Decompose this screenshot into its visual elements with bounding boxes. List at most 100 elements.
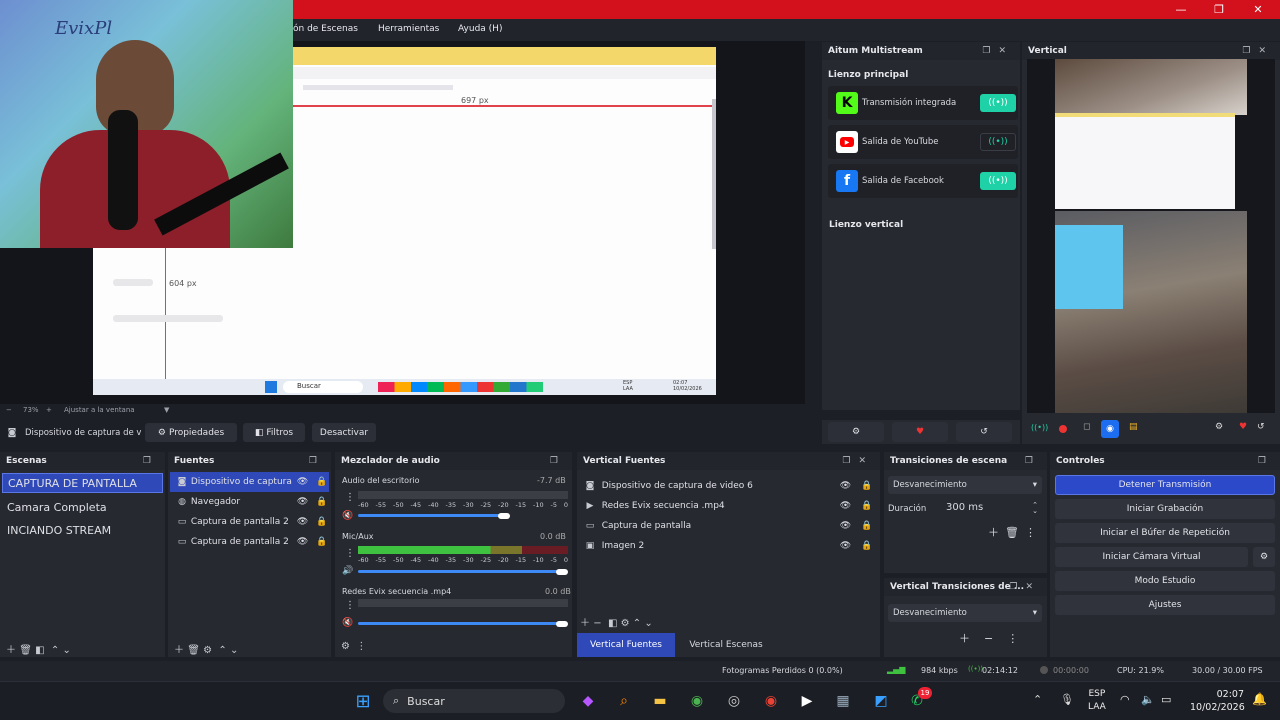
eye-icon[interactable]: 👁 [297, 537, 308, 547]
speaker-icon[interactable]: 🔊 [342, 566, 353, 576]
stream-toggle-button[interactable]: ((•)) [980, 94, 1016, 112]
arrow-up-icon[interactable]: ⌃ [218, 645, 226, 656]
tab-vertical-sources[interactable]: Vertical Fuentes [577, 633, 675, 657]
volume-slider-handle[interactable] [556, 569, 568, 575]
wifi-icon[interactable]: ◠ [1120, 693, 1130, 706]
muted-speaker-icon[interactable]: 🔇 [342, 618, 353, 628]
eye-icon[interactable]: 👁 [297, 497, 308, 507]
clock[interactable]: 02:07 10/02/2026 [1190, 688, 1245, 714]
dock-float-icon[interactable]: ❐ [1025, 456, 1041, 466]
volume-slider-handle[interactable] [556, 621, 568, 627]
add-icon[interactable]: ＋ [6, 645, 16, 656]
notification-bell-icon[interactable]: 🔔 [1252, 692, 1267, 706]
vertical-heart-icon[interactable]: ♥ [1239, 422, 1247, 432]
volume-slider-handle[interactable] [498, 513, 510, 519]
refresh-icon[interactable]: ↺ [956, 422, 1012, 442]
close-button[interactable]: ✕ [1240, 0, 1276, 19]
obs-icon[interactable]: ◎ [721, 688, 747, 714]
eye-icon[interactable]: 👁 [840, 481, 851, 491]
dock-controls[interactable]: ❐✕ [982, 46, 1014, 56]
vsource-item[interactable]: ▭ Captura de pantalla 👁 🔒 [584, 516, 874, 536]
virtual-camera-settings-icon[interactable]: ⚙ [1253, 547, 1275, 567]
app-icon[interactable]: ▦ [830, 688, 856, 714]
arrow-down-icon[interactable]: ⌄ [644, 618, 652, 629]
vtransition-actions[interactable]: ＋−⋮ [959, 630, 1032, 646]
menu-tools[interactable]: Herramientas [378, 24, 439, 34]
language-indicator[interactable]: ESP LAA [1088, 688, 1106, 714]
source-item[interactable]: ▭ Captura de pantalla 2 👁 🔒 [168, 512, 331, 532]
vsource-item[interactable]: ◙ Dispositivo de captura de video 6 👁 🔒 [584, 476, 874, 496]
settings-button[interactable]: Ajustes [1055, 595, 1275, 615]
vertical-virtualcam-icon[interactable]: ◉ [1101, 420, 1119, 438]
menu-help[interactable]: Ayuda (H) [458, 24, 502, 34]
start-virtual-camera-button[interactable]: Iniciar Cámara Virtual [1055, 547, 1248, 567]
zoom-out-button[interactable]: − [6, 406, 12, 414]
studio-mode-button[interactable]: Modo Estudio [1055, 571, 1275, 591]
vertical-settings-icon[interactable]: ⚙ [1215, 422, 1223, 432]
scene-item[interactable]: CAPTURA DE PANTALLA [2, 473, 163, 493]
eye-icon[interactable]: 👁 [297, 477, 308, 487]
scene-item[interactable]: Camara Completa [0, 497, 165, 517]
channel-menu-icon[interactable]: ⋮ [345, 548, 355, 559]
eye-icon[interactable]: 👁 [840, 501, 851, 511]
menu-dots-icon[interactable]: ⋮ [356, 641, 366, 652]
lock-icon[interactable]: 🔒 [316, 537, 327, 547]
app-arrow-icon[interactable]: ◩ [868, 688, 894, 714]
add-icon[interactable]: ＋ [580, 618, 590, 629]
vertical-record-icon[interactable] [1059, 425, 1067, 433]
trash-icon[interactable]: 🗑 [187, 645, 200, 656]
media-player-icon[interactable]: ▶ [794, 688, 820, 714]
lock-icon[interactable]: 🔒 [861, 501, 872, 511]
eye-icon[interactable]: 👁 [840, 521, 851, 531]
vertical-preview[interactable] [1027, 59, 1275, 413]
tray-chevron-icon[interactable]: ⌃ [1033, 693, 1042, 706]
stream-toggle-button[interactable]: ((•)) [980, 172, 1016, 190]
stream-toggle-button[interactable]: ((•)) [980, 133, 1016, 151]
source-item[interactable]: ◙ Dispositivo de captura de 👁 🔒 [170, 472, 329, 492]
remove-icon[interactable]: − [593, 618, 601, 629]
copilot-icon[interactable]: ◆ [575, 688, 601, 714]
vertical-refresh-icon[interactable]: ↺ [1257, 422, 1265, 432]
transition-actions[interactable]: ＋🗑⋮ [988, 524, 1042, 540]
lock-icon[interactable]: 🔒 [316, 517, 327, 527]
eye-icon[interactable]: 👁 [840, 541, 851, 551]
arrow-up-icon[interactable]: ⌃ [633, 618, 641, 629]
arrow-down-icon[interactable]: ⌄ [230, 645, 238, 656]
chrome-profile-icon[interactable]: ◉ [758, 688, 784, 714]
channel-menu-icon[interactable]: ⋮ [345, 600, 355, 611]
gear-icon[interactable]: ⚙ [621, 618, 630, 629]
trash-icon[interactable]: 🗑 [19, 645, 32, 656]
lock-icon[interactable]: 🔒 [316, 477, 327, 487]
volume-slider[interactable] [358, 514, 506, 517]
lock-icon[interactable]: 🔒 [861, 521, 872, 531]
transition-select[interactable]: Desvanecimiento ▾ [888, 476, 1042, 494]
dock-float-icon[interactable]: ❐ [1258, 456, 1274, 466]
channel-menu-icon[interactable]: ⋮ [345, 492, 355, 503]
lock-icon[interactable]: 🔒 [861, 541, 872, 551]
gear-icon[interactable]: ⚙ [203, 645, 212, 656]
zoom-in-button[interactable]: + [46, 406, 52, 414]
folder-icon[interactable]: ▬ [647, 688, 673, 714]
vsource-item[interactable]: ▶ Redes Evix secuencia .mp4 👁 🔒 [584, 496, 874, 516]
fit-dropdown-icon[interactable]: ▼ [164, 406, 169, 414]
fit-window-option[interactable]: Ajustar a la ventana [64, 406, 135, 414]
vertical-replay-icon[interactable]: ◻ [1083, 422, 1090, 432]
menu-scene-collection[interactable]: ón de Escenas [293, 24, 358, 34]
volume-slider[interactable] [358, 622, 564, 625]
dock-float-icon[interactable]: ❐ [309, 456, 325, 466]
dock-controls[interactable]: ❐✕ [1242, 46, 1274, 56]
filter-icon[interactable]: ◧ [35, 645, 44, 656]
deactivate-button[interactable]: Desactivar [312, 423, 376, 442]
source-item[interactable]: ▭ Captura de pantalla 2 👁 🔒 [168, 532, 331, 552]
vtransition-select[interactable]: Desvanecimiento ▾ [888, 604, 1042, 622]
chrome-icon[interactable]: ◉ [684, 688, 710, 714]
microphone-icon[interactable]: 🎙 [1060, 693, 1074, 706]
start-replay-buffer-button[interactable]: Iniciar el Búfer de Repetición [1055, 523, 1275, 543]
dock-float-icon[interactable]: ❐ [143, 456, 159, 466]
properties-button[interactable]: ⚙ Propiedades [145, 423, 237, 442]
settings-icon[interactable]: ⚙ [828, 422, 884, 442]
vertical-stream-icon[interactable]: ((•)) [1031, 423, 1048, 432]
dock-controls[interactable]: ❐✕ [842, 456, 874, 466]
spin-arrows-icon[interactable]: ⌃ ⌄ [1032, 502, 1038, 515]
duration-input[interactable]: 300 ms ⌃ ⌄ [942, 499, 1042, 517]
